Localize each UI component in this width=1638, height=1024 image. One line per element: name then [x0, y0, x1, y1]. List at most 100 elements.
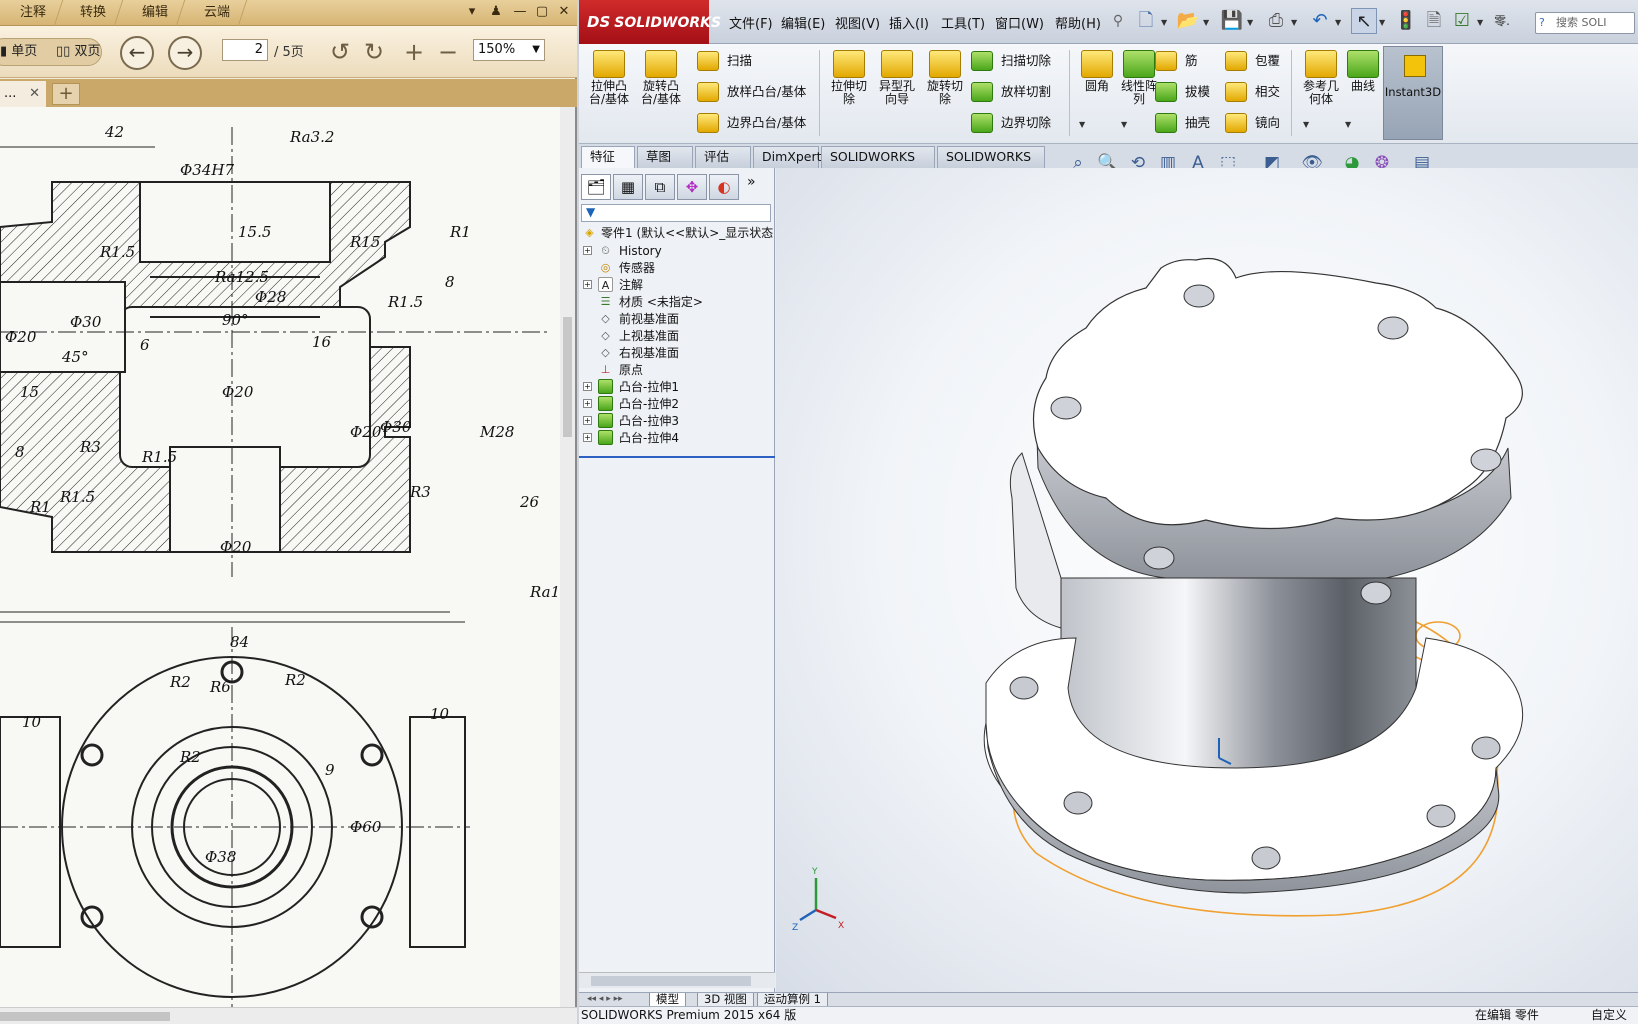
undo-icon[interactable]: ↶ — [1307, 8, 1333, 34]
tab-3d-view[interactable]: 3D 视图 — [697, 993, 754, 1007]
chevron-down-icon[interactable]: ▼ — [1303, 120, 1309, 129]
hole-wizard-button[interactable]: 异型孔 向导 — [871, 50, 923, 106]
chevron-down-icon[interactable]: ▼ — [1291, 18, 1297, 27]
menu-view[interactable]: 视图(V) — [835, 13, 880, 32]
rollback-bar[interactable] — [579, 456, 775, 458]
loft-boss-button[interactable]: 放样凸台/基体 — [697, 79, 806, 105]
feature-tree-filter[interactable]: ▼ — [581, 204, 771, 222]
rotate-right-icon[interactable]: ↻ — [360, 38, 388, 66]
scroll-thumb[interactable] — [591, 976, 751, 986]
feature-tree-scrollbar[interactable] — [579, 972, 775, 988]
menu-cloud[interactable]: 云端 — [187, 0, 248, 26]
chevron-down-icon[interactable]: ▼ — [1379, 18, 1385, 27]
pdf-vertical-scrollbar[interactable] — [560, 107, 575, 1007]
menu-help[interactable]: 帮助(H) — [1055, 13, 1101, 32]
tab-evaluate[interactable]: 评估 — [695, 146, 751, 168]
pdf-horizontal-scrollbar[interactable] — [0, 1007, 577, 1024]
chevron-down-icon[interactable]: ▼ — [1203, 18, 1209, 27]
configuration-manager-tab-icon[interactable]: ⧉ — [645, 174, 675, 200]
next-page-button[interactable]: → — [168, 36, 202, 70]
chevron-down-icon[interactable]: ▼ — [1247, 18, 1253, 27]
tab-mbd[interactable]: SOLIDWORKS MBD — [937, 146, 1045, 184]
menu-insert[interactable]: 插入(I) — [889, 13, 929, 32]
tab-nav-arrows-icon[interactable]: ◂◂ ◂ ▸ ▸▸ — [587, 994, 623, 1004]
zoom-in-icon[interactable]: + — [400, 38, 428, 66]
double-page-button[interactable]: ▯▯ 双页 — [56, 38, 100, 66]
options-icon[interactable]: ☑ — [1449, 8, 1475, 34]
scroll-thumb[interactable] — [563, 317, 572, 437]
rebuild-traffic-light-icon[interactable]: 🚦 — [1393, 8, 1419, 34]
display-manager-tab-icon[interactable]: ◐ — [709, 174, 739, 200]
mirror-button[interactable]: 镜向 — [1225, 110, 1280, 136]
menu-edit[interactable]: 编辑 — [125, 0, 186, 26]
curves-button[interactable]: 曲线 — [1337, 50, 1389, 93]
boundary-boss-button[interactable]: 边界凸台/基体 — [697, 110, 806, 136]
feature-tree-tab-icon[interactable]: 🗂 — [581, 174, 611, 200]
close-tab-icon[interactable]: ✕ — [29, 81, 40, 107]
file-properties-icon[interactable]: 🗎 — [1421, 8, 1447, 34]
revolve-boss-button[interactable]: 旋转凸 台/基体 — [635, 50, 687, 106]
overflow-icon[interactable]: 零. — [1489, 8, 1515, 34]
menu-down-icon[interactable]: ▾ — [462, 2, 482, 22]
chevron-down-icon[interactable]: ▼ — [1477, 18, 1483, 27]
draft-button[interactable]: 拔模 — [1155, 79, 1210, 105]
new-tab-button[interactable]: + — [52, 83, 80, 105]
expand-icon[interactable]: + — [583, 280, 592, 289]
menu-tools[interactable]: 工具(T) — [941, 13, 985, 32]
expand-icon[interactable]: + — [583, 382, 592, 391]
chevron-right-icon[interactable]: » — [747, 174, 756, 190]
menu-annotate[interactable]: 注释 — [3, 0, 64, 26]
instant3d-button[interactable]: Instant3D — [1383, 46, 1443, 140]
sweep-button[interactable]: 扫描 — [697, 48, 752, 74]
sweep-cut-button[interactable]: 扫描切除 — [971, 48, 1051, 74]
status-units[interactable]: 自定义 — [1591, 1007, 1627, 1024]
loft-cut-button[interactable]: 放样切割 — [971, 79, 1051, 105]
skin-icon[interactable]: ♟ — [486, 2, 506, 22]
menu-convert[interactable]: 转换 — [63, 0, 124, 26]
close-icon[interactable]: ✕ — [554, 2, 574, 22]
tab-addins[interactable]: SOLIDWORKS 插件 — [821, 146, 935, 184]
expand-icon[interactable]: + — [583, 433, 592, 442]
rotate-left-icon[interactable]: ↺ — [326, 38, 354, 66]
extrude-cut-button[interactable]: 拉伸切 除 — [823, 50, 875, 106]
chevron-down-icon[interactable]: ▼ — [1121, 120, 1127, 129]
boundary-cut-button[interactable]: 边界切除 — [971, 110, 1051, 136]
chevron-down-icon[interactable]: ▼ — [1345, 120, 1351, 129]
menu-edit[interactable]: 编辑(E) — [781, 13, 825, 32]
new-document-icon[interactable]: 🗋 — [1133, 8, 1159, 34]
select-cursor-icon[interactable]: ↖ — [1351, 8, 1377, 34]
tab-features[interactable]: 特征 — [581, 146, 635, 170]
scroll-thumb[interactable] — [0, 1012, 170, 1021]
search-input[interactable]: ? 搜索 SOLI — [1535, 12, 1635, 34]
shell-button[interactable]: 抽壳 — [1155, 110, 1210, 136]
print-icon[interactable]: ⎙ — [1263, 8, 1289, 34]
menu-file[interactable]: 文件(F) — [729, 13, 773, 32]
tab-motion-study[interactable]: 运动算例 1 — [757, 993, 828, 1007]
expand-icon[interactable]: + — [583, 399, 592, 408]
pdf-doc-tab[interactable]: ... ✕ — [0, 81, 46, 107]
graphics-area[interactable]: Y X Z — [776, 168, 1638, 992]
prev-page-button[interactable]: ← — [120, 36, 154, 70]
chevron-down-icon[interactable]: ▼ — [1161, 18, 1167, 27]
tab-dimxpert[interactable]: DimXpert — [753, 146, 822, 168]
chevron-down-icon[interactable]: ▼ — [1079, 120, 1085, 129]
revolve-cut-button[interactable]: 旋转切 除 — [919, 50, 971, 106]
intersect-button[interactable]: 相交 — [1225, 79, 1280, 105]
menu-window[interactable]: 窗口(W) — [995, 13, 1044, 32]
expand-icon[interactable]: + — [583, 416, 592, 425]
minimize-icon[interactable]: — — [510, 2, 530, 22]
wrap-button[interactable]: 包覆 — [1225, 48, 1280, 74]
expand-icon[interactable]: + — [583, 246, 592, 255]
page-number-input[interactable]: 2 — [222, 39, 268, 61]
solidworks-logo[interactable]: DS SOLIDWORKS — [579, 0, 721, 44]
tab-sketch[interactable]: 草图 — [637, 146, 693, 168]
open-folder-icon[interactable]: 📂 — [1175, 8, 1201, 34]
extrude-boss-button[interactable]: 拉伸凸 台/基体 — [583, 50, 635, 106]
maximize-icon[interactable]: ▢ — [532, 2, 552, 22]
single-page-button[interactable]: ▮ 单页 — [0, 38, 37, 66]
property-manager-tab-icon[interactable]: ▦ — [613, 174, 643, 200]
chevron-down-icon[interactable]: ▼ — [1335, 18, 1341, 27]
save-icon[interactable]: 💾 — [1219, 8, 1245, 34]
zoom-select[interactable]: 150% ▼ — [473, 39, 545, 61]
tab-model[interactable]: 模型 — [649, 993, 686, 1007]
